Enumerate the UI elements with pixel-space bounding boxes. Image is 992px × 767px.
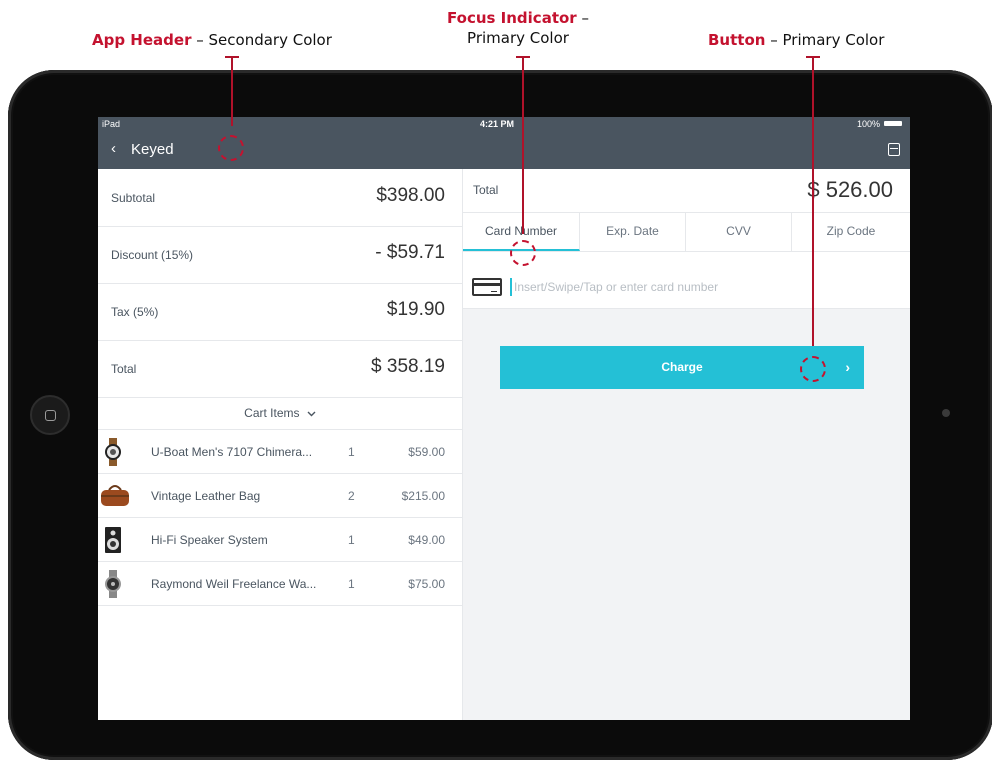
camera-icon	[942, 409, 950, 417]
order-summary-panel: Subtotal $398.00 Discount (15%) - $59.71…	[98, 169, 463, 720]
item-qty: 2	[348, 489, 355, 503]
item-name: Vintage Leather Bag	[151, 489, 261, 503]
status-time: 4:21 PM	[480, 119, 515, 129]
summary-label: Total	[111, 362, 137, 376]
callout-line	[812, 56, 814, 346]
battery-icon	[884, 121, 902, 126]
callout-desc: Primary Color	[467, 29, 569, 47]
cart-item[interactable]: U-Boat Men's 7107 Chimera... 1 $59.00	[98, 429, 462, 474]
back-chevron-icon[interactable]: ‹	[111, 140, 116, 157]
receipt-icon[interactable]	[888, 143, 900, 156]
focus-cursor	[510, 278, 512, 296]
item-qty: 1	[348, 445, 355, 459]
callout-desc: Primary Color	[782, 31, 885, 49]
callout-line	[231, 56, 233, 126]
callout-app-header: App Header – Secondary Color	[92, 31, 332, 49]
summary-label: Tax (5%)	[111, 305, 159, 319]
cart-items-label: Cart Items	[244, 406, 300, 420]
payment-total-value: $ 526.00	[807, 177, 893, 202]
callout-marker	[800, 356, 826, 382]
summary-value: - $59.71	[375, 242, 445, 263]
cart-items-toggle[interactable]: Cart Items	[98, 397, 462, 429]
home-square-icon	[45, 410, 56, 421]
watch-icon	[105, 438, 121, 466]
summary-row-total: Total $ 358.19	[98, 340, 462, 398]
callout-button: Button – Primary Color	[708, 31, 885, 49]
callout-marker	[218, 135, 244, 161]
payment-total-label: Total	[473, 183, 499, 197]
credit-card-icon	[472, 278, 502, 296]
item-price: $75.00	[408, 577, 445, 591]
bag-icon	[101, 485, 129, 506]
page-title: Keyed	[131, 141, 174, 158]
tab-zip-code[interactable]: Zip Code	[792, 213, 910, 251]
item-qty: 1	[348, 577, 355, 591]
divider	[98, 605, 462, 606]
callout-desc: Secondary Color	[208, 31, 332, 49]
summary-value: $ 358.19	[371, 356, 445, 377]
callout-marker	[510, 240, 536, 266]
item-qty: 1	[348, 533, 355, 547]
summary-value: $398.00	[376, 185, 445, 206]
tab-cvv[interactable]: CVV	[686, 213, 792, 251]
item-name: U-Boat Men's 7107 Chimera...	[151, 445, 313, 459]
callout-focus-indicator: Focus Indicator – Primary Color	[447, 9, 589, 47]
ipad-screen: iPad 4:21 PM 100% ‹ Keyed Subtotal $398.…	[98, 117, 910, 720]
summary-label: Subtotal	[111, 191, 156, 205]
home-button[interactable]	[30, 395, 70, 435]
summary-row-tax: Tax (5%) $19.90	[98, 283, 462, 341]
item-price: $49.00	[408, 533, 445, 547]
item-price: $215.00	[401, 489, 445, 503]
item-name: Raymond Weil Freelance Wa...	[151, 577, 317, 591]
callout-line	[522, 56, 524, 234]
charge-label: Charge	[661, 360, 703, 374]
battery-percent: 100%	[856, 119, 880, 129]
summary-row-discount: Discount (15%) - $59.71	[98, 226, 462, 284]
watch-icon	[105, 570, 121, 598]
status-bar: iPad 4:21 PM 100%	[98, 117, 910, 131]
summary-value: $19.90	[386, 299, 445, 320]
cart-item[interactable]: Hi-Fi Speaker System 1 $49.00	[98, 517, 462, 562]
card-number-input[interactable]	[514, 276, 894, 298]
callout-title: Button	[708, 31, 766, 49]
callout-title: App Header	[92, 31, 192, 49]
cart-item[interactable]: Vintage Leather Bag 2 $215.00	[98, 473, 462, 518]
speaker-icon	[105, 527, 121, 553]
cart-item[interactable]: Raymond Weil Freelance Wa... 1 $75.00	[98, 561, 462, 606]
item-name: Hi-Fi Speaker System	[151, 533, 268, 547]
chevron-down-icon	[307, 411, 316, 417]
carrier-label: iPad	[102, 119, 121, 129]
tab-exp-date[interactable]: Exp. Date	[580, 213, 686, 251]
summary-row-subtotal: Subtotal $398.00	[98, 169, 462, 227]
callout-title: Focus Indicator	[447, 9, 577, 27]
item-price: $59.00	[408, 445, 445, 459]
summary-label: Discount (15%)	[111, 248, 194, 262]
payment-total-bar: Total $ 526.00	[463, 169, 910, 213]
chevron-right-icon: ›	[845, 359, 850, 375]
